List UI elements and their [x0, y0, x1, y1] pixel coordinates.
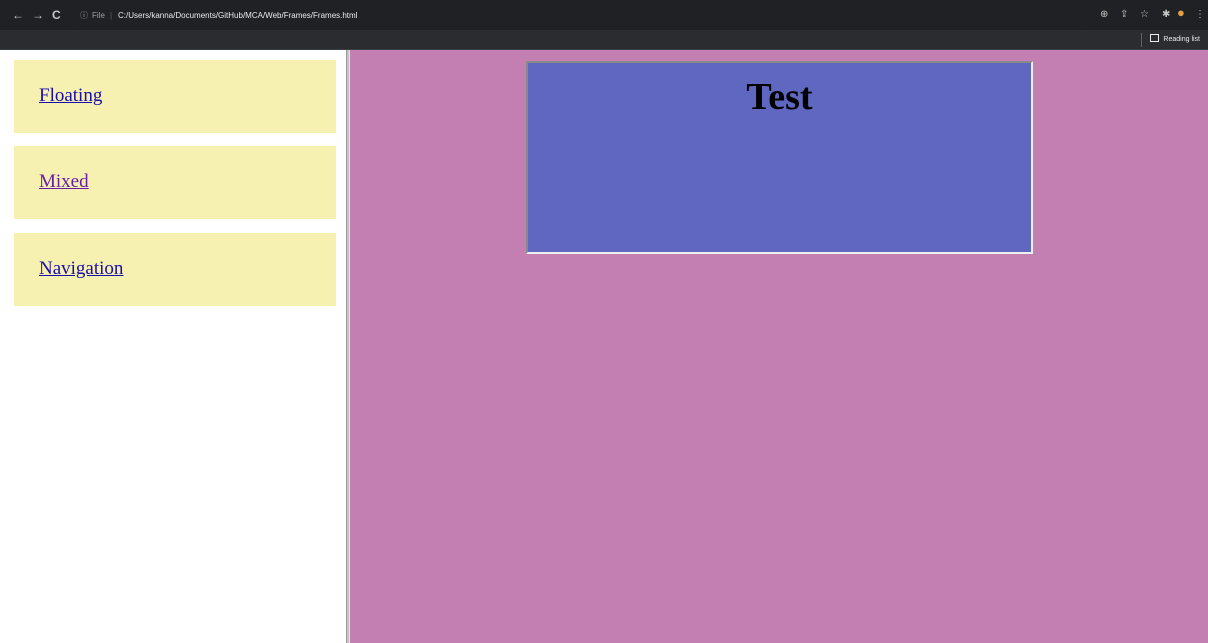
nav-box-floating: Floating	[14, 60, 336, 133]
nav-box-mixed: Mixed	[14, 146, 336, 219]
mixed-link[interactable]: Mixed	[39, 171, 89, 193]
reading-list-label: Reading list	[1163, 36, 1200, 43]
reload-icon[interactable]: C	[52, 8, 61, 22]
test-box: Test	[526, 61, 1033, 254]
address-bar[interactable]: ⓘ File | C:/Users/kanna/Documents/GitHub…	[72, 6, 1092, 26]
navigation-frame: Floating Mixed Navigation	[0, 50, 346, 643]
extensions-icon[interactable]: ✱	[1162, 8, 1170, 22]
info-icon[interactable]: ⓘ	[80, 6, 88, 26]
content-frame: Test	[350, 50, 1208, 643]
nav-box-navigation: Navigation	[14, 233, 336, 306]
scheme-label: File	[92, 11, 105, 20]
reading-list-button[interactable]: Reading list	[1141, 33, 1200, 47]
menu-icon[interactable]: ⋮	[1195, 8, 1205, 22]
navigation-link[interactable]: Navigation	[39, 258, 123, 280]
profile-avatar-icon[interactable]: ●	[1177, 6, 1185, 20]
address-separator: |	[110, 11, 113, 20]
share-icon[interactable]: ⇪	[1120, 8, 1128, 22]
bookmark-star-icon[interactable]: ☆	[1140, 8, 1149, 22]
zoom-icon[interactable]: ⊕	[1100, 8, 1108, 22]
back-icon[interactable]: ←	[12, 8, 24, 22]
url-text[interactable]: C:/Users/kanna/Documents/GitHub/MCA/Web/…	[118, 6, 357, 26]
floating-link[interactable]: Floating	[39, 85, 102, 107]
test-heading: Test	[746, 76, 813, 118]
browser-toolbar: ← → C ⓘ File | C:/Users/kanna/Documents/…	[0, 0, 1208, 30]
reading-list-icon	[1150, 34, 1160, 42]
forward-icon[interactable]: →	[32, 8, 44, 22]
bookmark-bar: Reading list	[0, 30, 1208, 50]
